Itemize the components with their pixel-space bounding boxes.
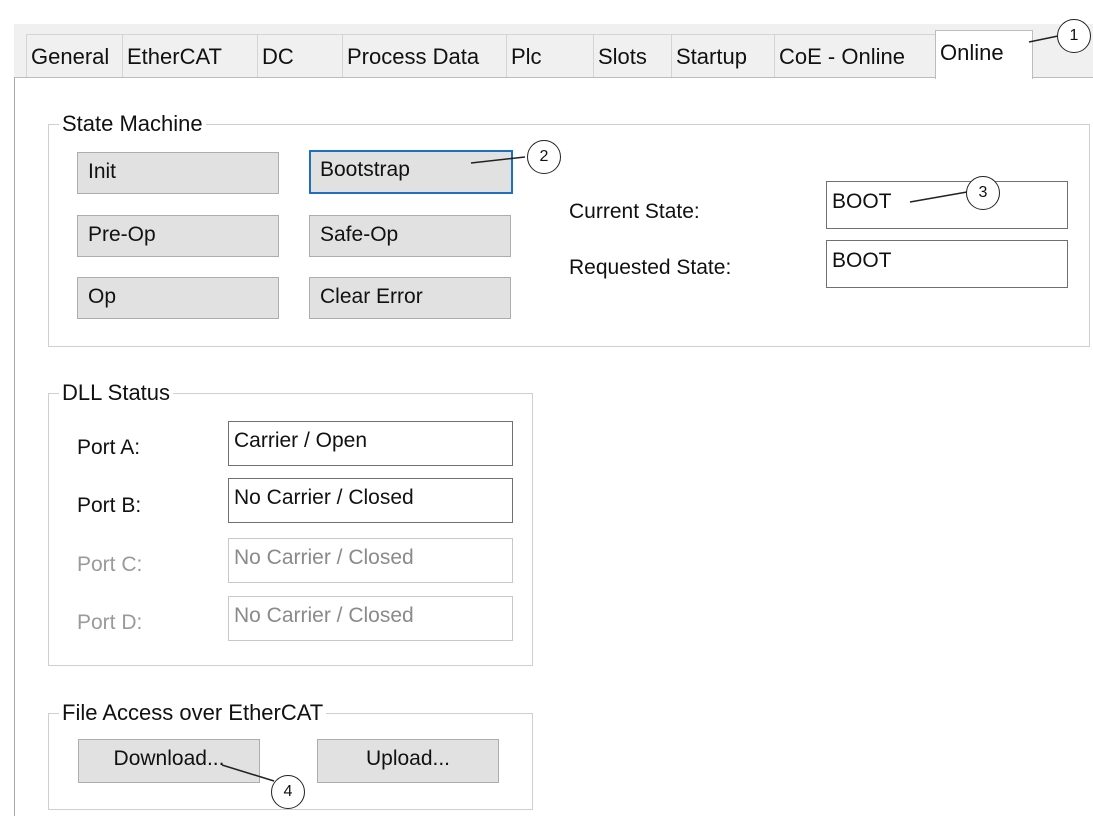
state-machine-title: State Machine [59,112,206,136]
tab-ethercat[interactable]: EtherCAT [122,34,258,78]
callout-3: 3 [966,176,1000,210]
requested-state-field: BOOT [826,240,1068,288]
download-button[interactable]: Download... [78,739,260,783]
port-b-field: No Carrier / Closed [228,478,513,523]
port-a-field: Carrier / Open [228,421,513,466]
callout-4: 4 [271,775,305,809]
tab-process-data[interactable]: Process Data [342,34,507,78]
preop-button[interactable]: Pre-Op [77,215,279,257]
file-access-title: File Access over EtherCAT [59,701,327,725]
tab-plc[interactable]: Plc [506,34,594,78]
clear-error-button[interactable]: Clear Error [309,277,511,319]
port-a-label: Port A: [77,436,141,459]
tab-general[interactable]: General [26,34,123,78]
port-d-label: Port D: [77,611,143,634]
tab-startup[interactable]: Startup [671,34,775,78]
op-button[interactable]: Op [77,277,279,319]
port-c-field: No Carrier / Closed [228,538,513,583]
tab-slots[interactable]: Slots [593,34,672,78]
current-state-field: BOOT [826,181,1068,229]
safeop-button[interactable]: Safe-Op [309,215,511,257]
tab-online[interactable]: Online [935,30,1033,79]
port-c-label: Port C: [77,553,143,576]
callout-1: 1 [1057,19,1091,53]
tab-coe-online[interactable]: CoE - Online [774,34,936,78]
port-d-field: No Carrier / Closed [228,596,513,641]
dll-status-title: DLL Status [59,381,174,405]
bootstrap-button[interactable]: Bootstrap [309,150,513,194]
current-state-label: Current State: [569,200,700,223]
requested-state-label: Requested State: [569,256,732,279]
tab-dc[interactable]: DC [257,34,343,78]
upload-button[interactable]: Upload... [317,739,499,783]
port-b-label: Port B: [77,494,142,517]
callout-2: 2 [527,140,561,174]
init-button[interactable]: Init [77,152,279,194]
